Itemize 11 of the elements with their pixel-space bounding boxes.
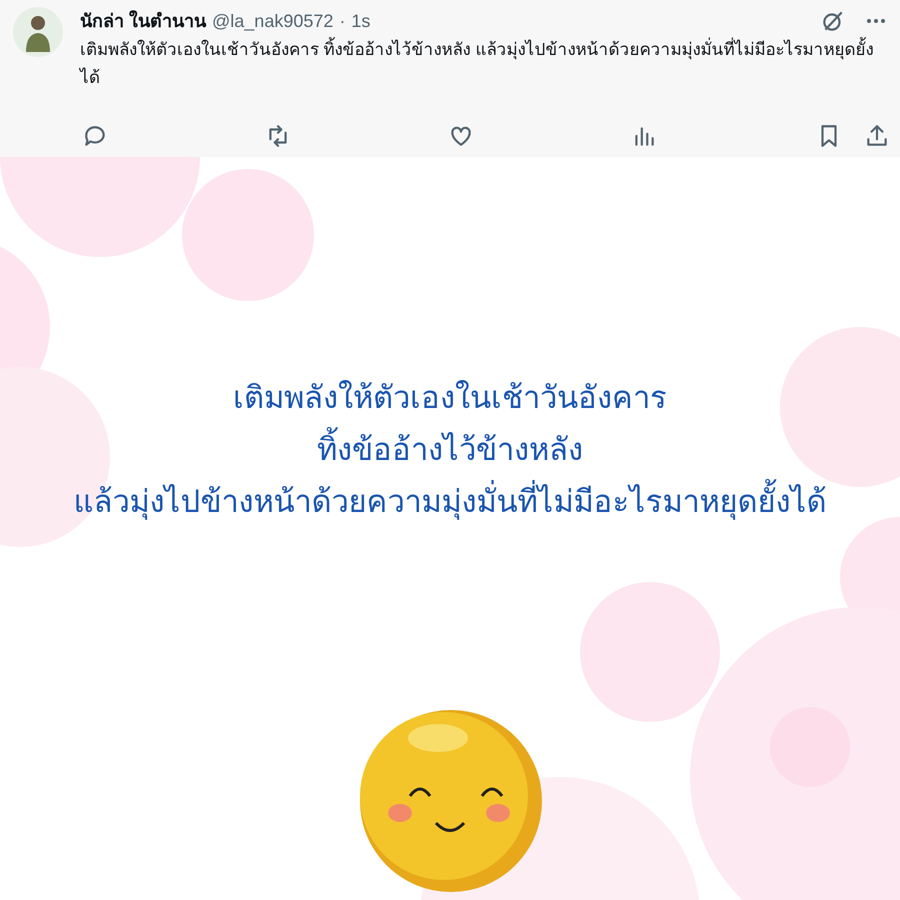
author-name[interactable]: นักล่า ในตำนาน	[80, 8, 206, 34]
author-handle[interactable]: @la_nak90572	[212, 8, 334, 34]
post-text: เติมพลังให้ตัวเองในเช้าวันอังคาร ทิ้งข้ออ้างไว้ข้างหลัง แล้วมุ่งไปข้างหน้าด้วยความมุ่งมั่นที่ไม่มีอะไรมาหยุดยั้งได้	[80, 36, 888, 92]
share-icon[interactable]	[864, 123, 890, 149]
image-text-line: เติมพลังให้ตัวเองในเช้าวันอังคาร	[233, 379, 667, 417]
image-text-line: แล้วมุ่งไปข้างหน้าด้วยความมุ่งมั่นที่ไม่มีอะไรมาหยุดยั้งได้	[74, 476, 826, 528]
post-time[interactable]: 1s	[351, 8, 370, 34]
reply-icon[interactable]	[82, 123, 108, 149]
image-text-line: ทิ้งข้ออ้างไว้ข้างหลัง	[317, 424, 583, 476]
separator: ·	[339, 10, 346, 32]
avatar-icon[interactable]	[12, 6, 64, 58]
